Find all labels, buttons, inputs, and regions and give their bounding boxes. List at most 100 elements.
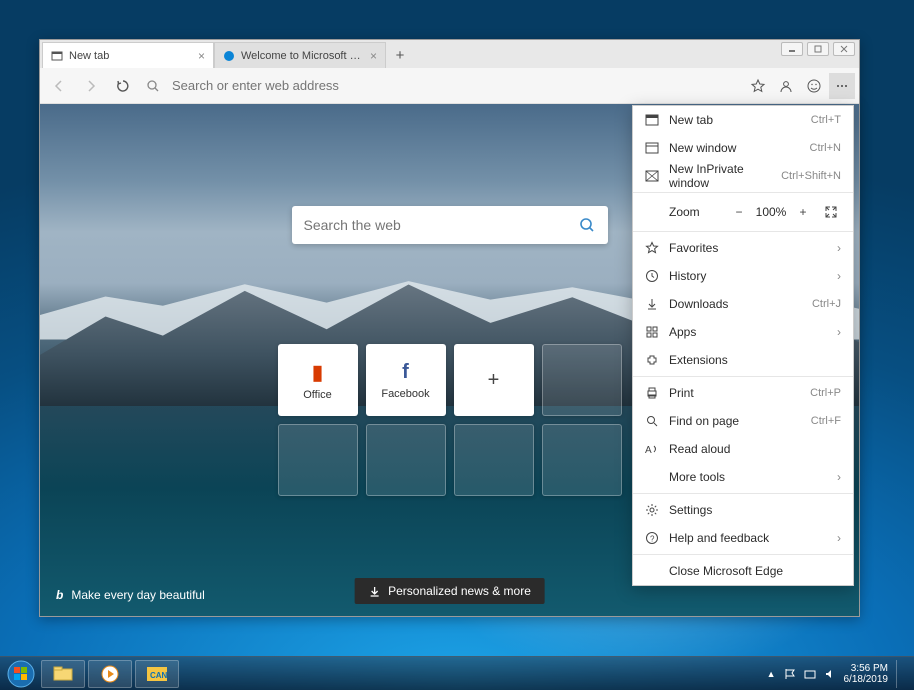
- menu-label: Apps: [669, 325, 696, 339]
- web-search-input[interactable]: [304, 217, 578, 233]
- tile-add[interactable]: +: [454, 344, 534, 416]
- tab-new-tab[interactable]: New tab ×: [42, 42, 214, 68]
- new-tab-button[interactable]: +: [386, 42, 414, 68]
- system-tray[interactable]: ▲ 3:56 PM 6/18/2019: [767, 660, 910, 688]
- settings-menu: New tab Ctrl+T New window Ctrl+N New InP…: [632, 105, 854, 586]
- chevron-right-icon: ›: [837, 470, 841, 484]
- window-icon: [645, 141, 659, 155]
- tile-empty[interactable]: [366, 424, 446, 496]
- menu-shortcut: Ctrl+P: [810, 387, 841, 399]
- tile-empty[interactable]: [278, 424, 358, 496]
- tray-flag-icon[interactable]: [784, 668, 796, 680]
- menu-label: Read aloud: [669, 442, 730, 456]
- back-button[interactable]: [44, 71, 74, 101]
- profile-icon[interactable]: [773, 73, 799, 99]
- facebook-icon: f: [402, 361, 409, 384]
- menu-label: Find on page: [669, 414, 739, 428]
- close-tab-icon[interactable]: ×: [370, 49, 377, 63]
- menu-label: Extensions: [669, 353, 728, 367]
- tray-network-icon[interactable]: [804, 668, 816, 680]
- minimize-button[interactable]: [781, 42, 803, 56]
- quick-links-grid: ▮ Office f Facebook +: [278, 344, 622, 496]
- menu-downloads[interactable]: Downloads Ctrl+J: [633, 290, 853, 318]
- tile-label: Facebook: [381, 388, 429, 400]
- zoom-out-button[interactable]: −: [727, 200, 751, 224]
- search-icon: [140, 73, 166, 99]
- close-window-button[interactable]: [833, 42, 855, 56]
- menu-label: Help and feedback: [669, 531, 769, 545]
- menu-close-edge[interactable]: Close Microsoft Edge: [633, 557, 853, 585]
- address-bar: [40, 68, 859, 104]
- tile-facebook[interactable]: f Facebook: [366, 344, 446, 416]
- extensions-icon: [645, 353, 659, 367]
- zoom-label: Zoom: [643, 205, 700, 219]
- menu-extensions[interactable]: Extensions: [633, 346, 853, 374]
- task-media-player[interactable]: [88, 660, 132, 688]
- print-icon: [645, 386, 659, 400]
- menu-shortcut: Ctrl+J: [812, 298, 841, 310]
- star-icon: [645, 241, 659, 255]
- clock-time: 3:56 PM: [844, 663, 889, 674]
- task-edge-canary[interactable]: CAN: [135, 660, 179, 688]
- menu-apps[interactable]: Apps ›: [633, 318, 853, 346]
- feedback-smiley-icon[interactable]: [801, 73, 827, 99]
- menu-label: Print: [669, 386, 694, 400]
- menu-inprivate[interactable]: New InPrivate window Ctrl+Shift+N: [633, 162, 853, 190]
- menu-label: New tab: [669, 113, 713, 127]
- address-input[interactable]: [168, 73, 743, 99]
- start-button[interactable]: [4, 657, 38, 691]
- tray-volume-icon[interactable]: [824, 668, 836, 680]
- menu-read-aloud[interactable]: A Read aloud: [633, 435, 853, 463]
- settings-menu-button[interactable]: [829, 73, 855, 99]
- apps-icon: [645, 325, 659, 339]
- menu-find[interactable]: Find on page Ctrl+F: [633, 407, 853, 435]
- tile-label: Office: [303, 389, 332, 401]
- zoom-in-button[interactable]: +: [791, 200, 815, 224]
- tab-welcome[interactable]: Welcome to Microsoft Edge Can ×: [214, 42, 386, 68]
- web-search-box[interactable]: [292, 206, 608, 244]
- help-icon: ?: [645, 531, 659, 545]
- menu-new-tab[interactable]: New tab Ctrl+T: [633, 106, 853, 134]
- menu-new-window[interactable]: New window Ctrl+N: [633, 134, 853, 162]
- office-icon: ▮: [312, 360, 323, 385]
- news-button[interactable]: Personalized news & more: [354, 578, 545, 604]
- bing-caption[interactable]: b Make every day beautiful: [56, 588, 205, 602]
- menu-settings[interactable]: Settings: [633, 496, 853, 524]
- tile-empty[interactable]: [542, 424, 622, 496]
- menu-print[interactable]: Print Ctrl+P: [633, 379, 853, 407]
- tile-empty[interactable]: [542, 344, 622, 416]
- menu-help[interactable]: ? Help and feedback ›: [633, 524, 853, 552]
- menu-shortcut: Ctrl+F: [811, 415, 841, 427]
- plus-icon: +: [488, 369, 500, 392]
- tile-office[interactable]: ▮ Office: [278, 344, 358, 416]
- menu-shortcut: Ctrl+Shift+N: [781, 170, 841, 182]
- menu-label: New window: [669, 141, 736, 155]
- chevron-right-icon: ›: [837, 325, 841, 339]
- maximize-button[interactable]: [807, 42, 829, 56]
- chevron-right-icon: ›: [837, 531, 841, 545]
- read-aloud-icon: A: [645, 442, 659, 456]
- tile-empty[interactable]: [454, 424, 534, 496]
- tray-chevron-icon[interactable]: ▲: [767, 669, 776, 679]
- forward-button[interactable]: [76, 71, 106, 101]
- fullscreen-button[interactable]: [819, 205, 843, 219]
- svg-text:A: A: [645, 445, 652, 456]
- refresh-button[interactable]: [108, 71, 138, 101]
- chevron-right-icon: ›: [837, 269, 841, 283]
- svg-text:?: ?: [650, 535, 655, 544]
- menu-more-tools[interactable]: More tools ›: [633, 463, 853, 491]
- bing-caption-text: Make every day beautiful: [71, 588, 204, 602]
- search-icon[interactable]: [578, 216, 596, 234]
- tab-bar: New tab × Welcome to Microsoft Edge Can …: [40, 40, 859, 68]
- favorite-star-icon[interactable]: [745, 73, 771, 99]
- show-desktop-button[interactable]: [896, 660, 904, 688]
- clock[interactable]: 3:56 PM 6/18/2019: [844, 663, 889, 685]
- menu-favorites[interactable]: Favorites ›: [633, 234, 853, 262]
- close-tab-icon[interactable]: ×: [198, 49, 205, 63]
- menu-history[interactable]: History ›: [633, 262, 853, 290]
- zoom-value: 100%: [751, 205, 791, 219]
- edge-favicon-icon: [223, 50, 235, 62]
- download-icon: [368, 585, 380, 597]
- task-explorer[interactable]: [41, 660, 85, 688]
- menu-label: More tools: [669, 470, 725, 484]
